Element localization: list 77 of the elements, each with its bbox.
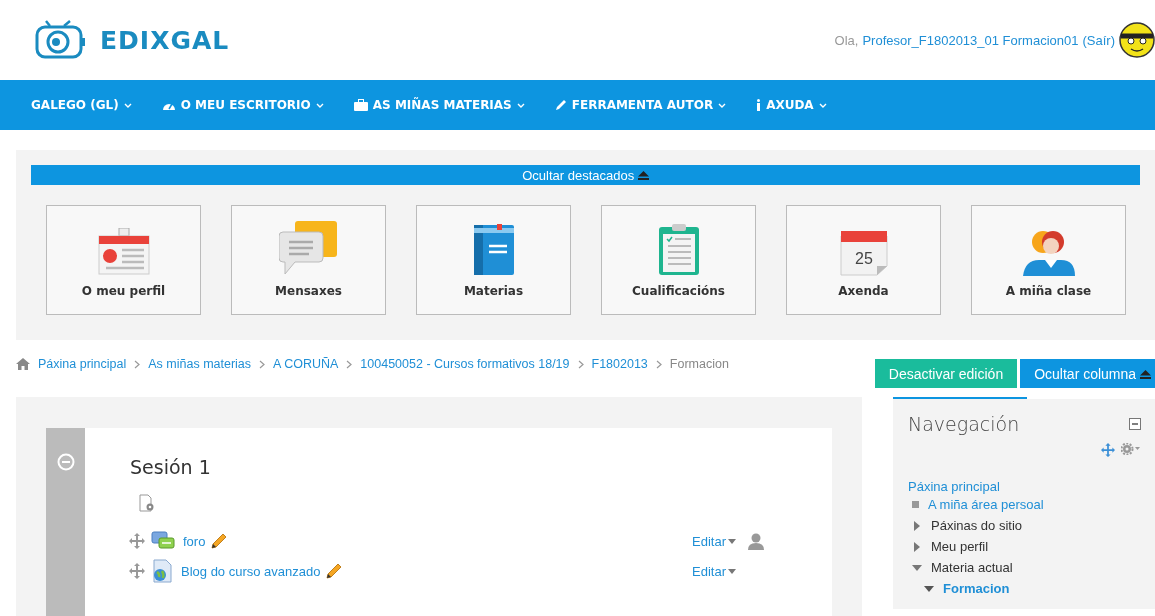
shortcut-tile[interactable]: Materias bbox=[416, 205, 571, 315]
section-title: Sesión 1 bbox=[130, 456, 212, 478]
nav-menu-item[interactable]: GALEGO (GL) bbox=[31, 98, 132, 112]
tree-link[interactable]: Páxina principal bbox=[908, 479, 1141, 494]
chevron-right-icon bbox=[134, 359, 141, 369]
triangle-right-icon[interactable] bbox=[912, 520, 922, 531]
home-icon[interactable] bbox=[16, 358, 30, 370]
collapse-minus-icon[interactable] bbox=[56, 453, 75, 471]
square-bullet-icon bbox=[912, 501, 919, 508]
eject-icon bbox=[1140, 369, 1151, 379]
move-arrows-icon[interactable] bbox=[129, 533, 145, 549]
nav-menu-item[interactable]: AS MIÑAS MATERIAS bbox=[353, 98, 525, 112]
collapse-block-icon[interactable] bbox=[1129, 418, 1141, 430]
move-arrows-icon[interactable] bbox=[129, 563, 145, 579]
chat-bubbles-icon bbox=[151, 531, 175, 551]
greeting-text: Ola, bbox=[834, 32, 859, 48]
edit-menu-link[interactable]: Editar bbox=[692, 533, 736, 549]
chevron-right-icon bbox=[655, 359, 662, 369]
person-icon[interactable] bbox=[748, 532, 764, 550]
breadcrumb-link[interactable]: Páxina principal bbox=[38, 357, 127, 371]
move-arrows-icon[interactable] bbox=[1101, 443, 1115, 457]
nav-menu-item[interactable]: O MEU ESCRITORIO bbox=[161, 98, 324, 112]
chevron-right-icon bbox=[259, 359, 266, 369]
tree-item[interactable]: Páxinas do sitio bbox=[931, 518, 1023, 533]
shortcut-tile[interactable]: Mensaxes bbox=[231, 205, 386, 315]
tree-item[interactable]: Meu perfil bbox=[931, 539, 989, 554]
turn-editing-off-button[interactable]: Desactivar edición bbox=[874, 359, 1018, 388]
tree-item[interactable]: Materia actual bbox=[931, 560, 1013, 575]
briefcase-icon bbox=[353, 99, 368, 111]
id-card-icon bbox=[97, 228, 150, 276]
settings-icon[interactable] bbox=[1121, 443, 1141, 455]
chevron-down-icon bbox=[123, 102, 132, 108]
pencil-icon[interactable] bbox=[211, 533, 228, 549]
shortcut-tile[interactable]: 25 Axenda bbox=[786, 205, 941, 315]
chevron-right-icon bbox=[346, 359, 353, 369]
hide-column-button[interactable]: Ocultar columna bbox=[1020, 359, 1155, 388]
block-title: Navegación bbox=[908, 413, 1020, 435]
logout-link[interactable]: (Saír) bbox=[1082, 32, 1115, 48]
breadcrumb-link[interactable]: 100450052 - Cursos formativos 18/19 bbox=[360, 357, 570, 371]
activity-link[interactable]: foro bbox=[183, 533, 206, 549]
activity-link[interactable]: Blog do curso avanzado bbox=[181, 563, 321, 579]
tree-item[interactable]: Formacion bbox=[943, 581, 1010, 596]
nav-menu-item[interactable]: AXUDA bbox=[756, 98, 827, 112]
pencil-icon[interactable] bbox=[326, 563, 343, 579]
triangle-down-icon[interactable] bbox=[924, 583, 934, 594]
document-globe-icon bbox=[151, 559, 173, 583]
eject-icon bbox=[637, 170, 649, 180]
nav-menu-item[interactable]: FERRAMENTA AUTOR bbox=[554, 98, 727, 112]
caret-icon bbox=[728, 538, 736, 544]
avatar-icon[interactable] bbox=[1119, 22, 1155, 58]
hide-highlights-button[interactable]: Ocultar destacados bbox=[31, 165, 1140, 185]
logo-text[interactable]: EDIXGAL bbox=[100, 25, 230, 55]
shortcut-tile[interactable]: Cualificacións bbox=[601, 205, 756, 315]
chevron-down-icon bbox=[718, 102, 727, 108]
caret-icon bbox=[728, 568, 736, 574]
chevron-right-icon bbox=[577, 359, 584, 369]
breadcrumb-link[interactable]: A CORUÑA bbox=[273, 357, 339, 371]
book-icon bbox=[472, 224, 515, 276]
chevron-down-icon bbox=[315, 102, 324, 108]
info-icon bbox=[756, 99, 762, 111]
shortcut-tile[interactable]: O meu perfil bbox=[46, 205, 201, 315]
pencil-icon bbox=[554, 99, 567, 111]
user-name-link[interactable]: Profesor_F1802013_01 Formacion01 bbox=[862, 32, 1079, 48]
breadcrumb-link[interactable]: As miñas materias bbox=[148, 357, 252, 371]
breadcrumb-link[interactable]: Formacion bbox=[669, 357, 729, 371]
chevron-down-icon bbox=[818, 102, 827, 108]
tv-mascot-logo-icon[interactable] bbox=[34, 20, 86, 60]
chat-bubbles-icon bbox=[278, 220, 339, 276]
shortcut-tile[interactable]: A miña clase bbox=[971, 205, 1126, 315]
document-gear-icon[interactable] bbox=[138, 494, 156, 512]
chevron-down-icon bbox=[516, 102, 525, 108]
triangle-down-icon[interactable] bbox=[912, 562, 922, 573]
clipboard-checklist-icon bbox=[657, 222, 700, 276]
triangle-right-icon[interactable] bbox=[912, 541, 922, 552]
edit-menu-link[interactable]: Editar bbox=[692, 563, 736, 579]
tree-item[interactable]: A miña área persoal bbox=[928, 497, 1044, 512]
breadcrumb-link[interactable]: F1802013 bbox=[591, 357, 648, 371]
